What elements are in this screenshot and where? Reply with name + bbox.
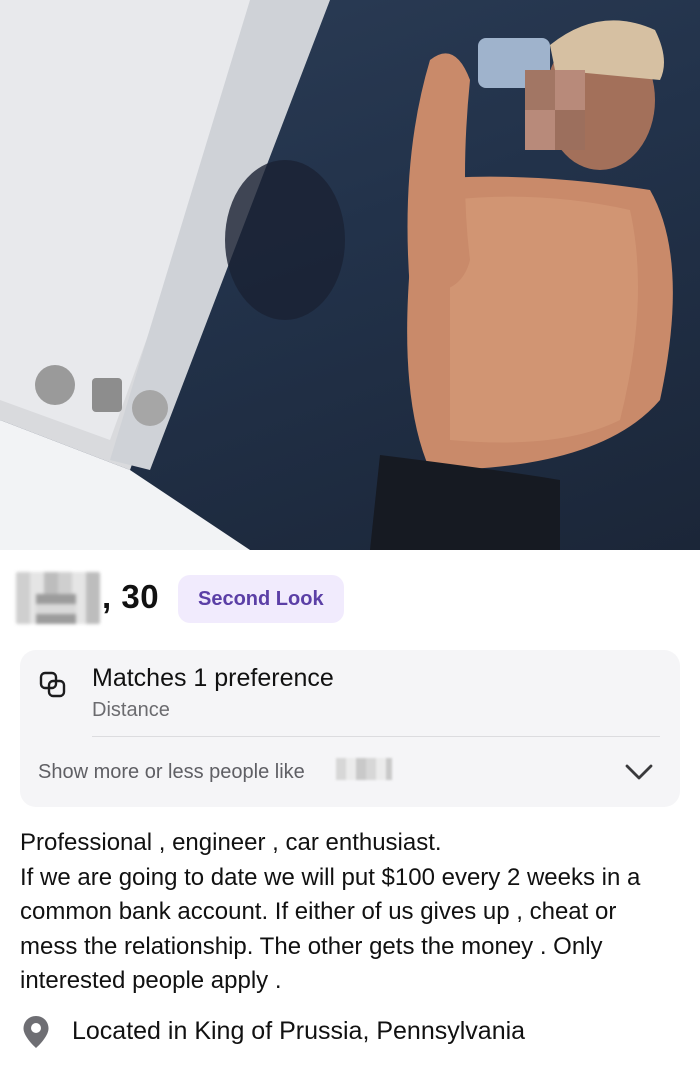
bio-line-2: If we are going to date we will put $100… (20, 863, 641, 995)
location-pin-icon (22, 1015, 50, 1049)
bio-line-1: Professional , engineer , car enthusiast… (20, 829, 442, 856)
profile-bio: Professional , engineer , car enthusiast… (20, 826, 670, 999)
location-row: Located in King of Prussia, Pennsylvania (22, 1014, 682, 1052)
profile-photo[interactable] (0, 0, 700, 550)
match-title: Matches 1 preference (92, 664, 334, 692)
profile-photo-illustration (0, 0, 673, 550)
profile-header: , 30 Second Look (16, 572, 684, 626)
location-text: Located in King of Prussia, Pennsylvania (72, 1017, 526, 1045)
card-divider (92, 736, 660, 737)
match-subtitle: Distance (92, 699, 170, 721)
redacted-name-inline (336, 758, 392, 780)
show-more-link[interactable]: Show more or less people like (38, 761, 305, 784)
overlapping-squares-icon (38, 670, 68, 700)
second-look-badge: Second Look (178, 575, 344, 623)
chevron-down-icon[interactable] (622, 760, 656, 784)
match-preference-card: Matches 1 preference Distance Show more … (20, 650, 680, 807)
profile-age: , 30 (102, 578, 160, 615)
redacted-name (16, 572, 100, 624)
